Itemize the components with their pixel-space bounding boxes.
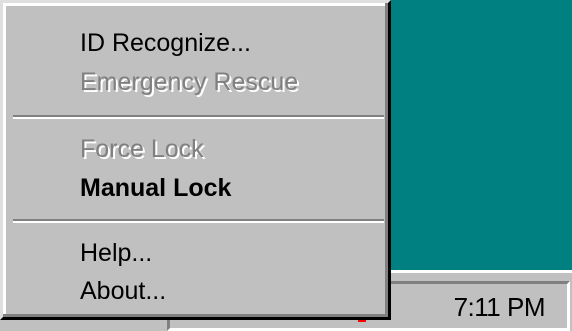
menu-item-about[interactable]: About... [80,276,166,306]
menu-separator [13,219,384,223]
menu-item-id-recognize[interactable]: ID Recognize... [80,28,251,58]
menu-item-help[interactable]: Help... [80,238,152,268]
tray-clock[interactable]: 7:11 PM [454,292,546,323]
menu-item-manual-lock[interactable]: Manual Lock [80,173,231,203]
menu-item-emergency-rescue[interactable]: Emergency Rescue [80,67,298,97]
tray-context-menu: ID Recognize... Emergency Rescue Force L… [0,0,391,320]
menu-separator [13,115,384,119]
menu-item-force-lock[interactable]: Force Lock [80,134,204,164]
